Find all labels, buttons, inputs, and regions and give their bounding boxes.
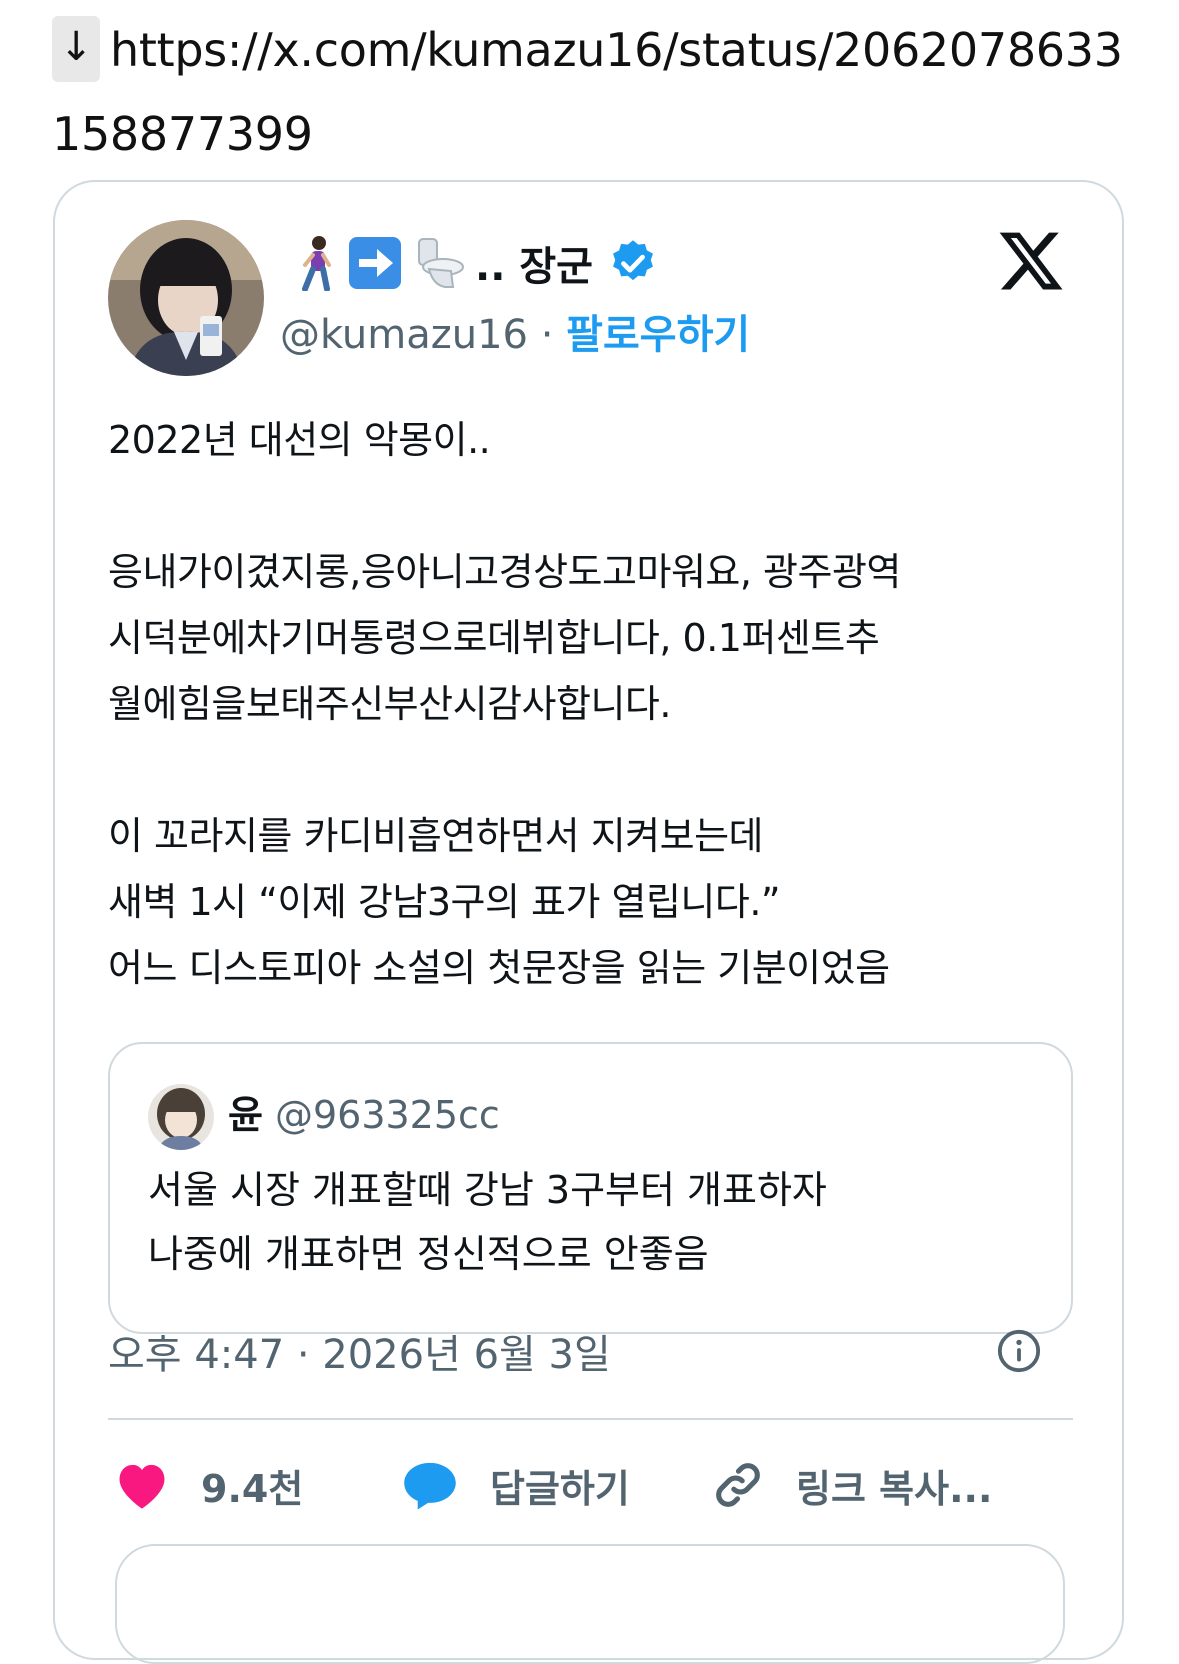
toilet-icon	[418, 238, 464, 288]
tweet-embed-card[interactable]: .. 장군 @kumazu16 · 팔로우하기 2022년 대선의 악몽이.. …	[53, 180, 1124, 1664]
like-count: 9.4천	[201, 1466, 304, 1511]
x-logo-icon[interactable]	[996, 226, 1066, 296]
follow-button[interactable]: 팔로우하기	[566, 312, 750, 358]
divider	[108, 1418, 1073, 1420]
reply-label: 답글하기	[490, 1466, 630, 1511]
quote-display-name[interactable]: 윤	[228, 1093, 263, 1137]
tweet-text: 2022년 대선의 악몽이.. 응내가이겼지롱,응아니고경상도고마워요, 광주광…	[108, 418, 901, 990]
verified-badge-icon	[612, 240, 653, 281]
action-bar: 9.4천 답글하기 링크 복사...	[108, 1450, 1073, 1520]
separator-dot: ·	[540, 312, 554, 358]
tweet-timestamp[interactable]: 오후 4:47 · 2026년 6월 3일	[108, 1322, 611, 1380]
copy-link-button[interactable]: 링크 복사...	[710, 1450, 992, 1520]
display-name[interactable]: .. 장군	[295, 234, 659, 292]
read-replies-button[interactable]	[115, 1544, 1065, 1664]
tweet-link[interactable]: ↓ https://x.com/kumazu16/status/206207863…	[52, 8, 1142, 176]
quote-avatar[interactable]	[148, 1084, 214, 1150]
quote-header: 윤 @963325cc	[228, 1084, 500, 1139]
avatar[interactable]	[108, 220, 264, 376]
speech-bubble-icon	[404, 1462, 456, 1510]
reply-button[interactable]: 답글하기	[400, 1450, 630, 1520]
info-icon[interactable]	[996, 1328, 1042, 1374]
quoted-tweet[interactable]: 윤 @963325cc 서울 시장 개표할때 강남 3구부터 개표하자 나중에 개…	[108, 1042, 1073, 1334]
copy-link-label: 링크 복사...	[796, 1466, 993, 1511]
handle[interactable]: @kumazu16	[280, 312, 528, 358]
person-walking-icon	[302, 236, 331, 291]
quote-handle[interactable]: @963325cc	[275, 1093, 500, 1137]
quote-text: 서울 시장 개표할때 강남 3구부터 개표하자 나중에 개표하면 정신적으로 안…	[148, 1168, 827, 1276]
handle-line: @kumazu16 · 팔로우하기	[280, 302, 750, 360]
arrow-right-icon	[349, 237, 401, 289]
down-arrow-icon: ↓	[52, 16, 100, 82]
tweet-url[interactable]: https://x.com/kumazu16/status/2062078633…	[52, 23, 1123, 161]
display-name-text: .. 장군	[475, 244, 593, 290]
like-button[interactable]: 9.4천	[113, 1450, 303, 1520]
heart-icon	[119, 1464, 165, 1509]
link-icon	[716, 1463, 760, 1507]
